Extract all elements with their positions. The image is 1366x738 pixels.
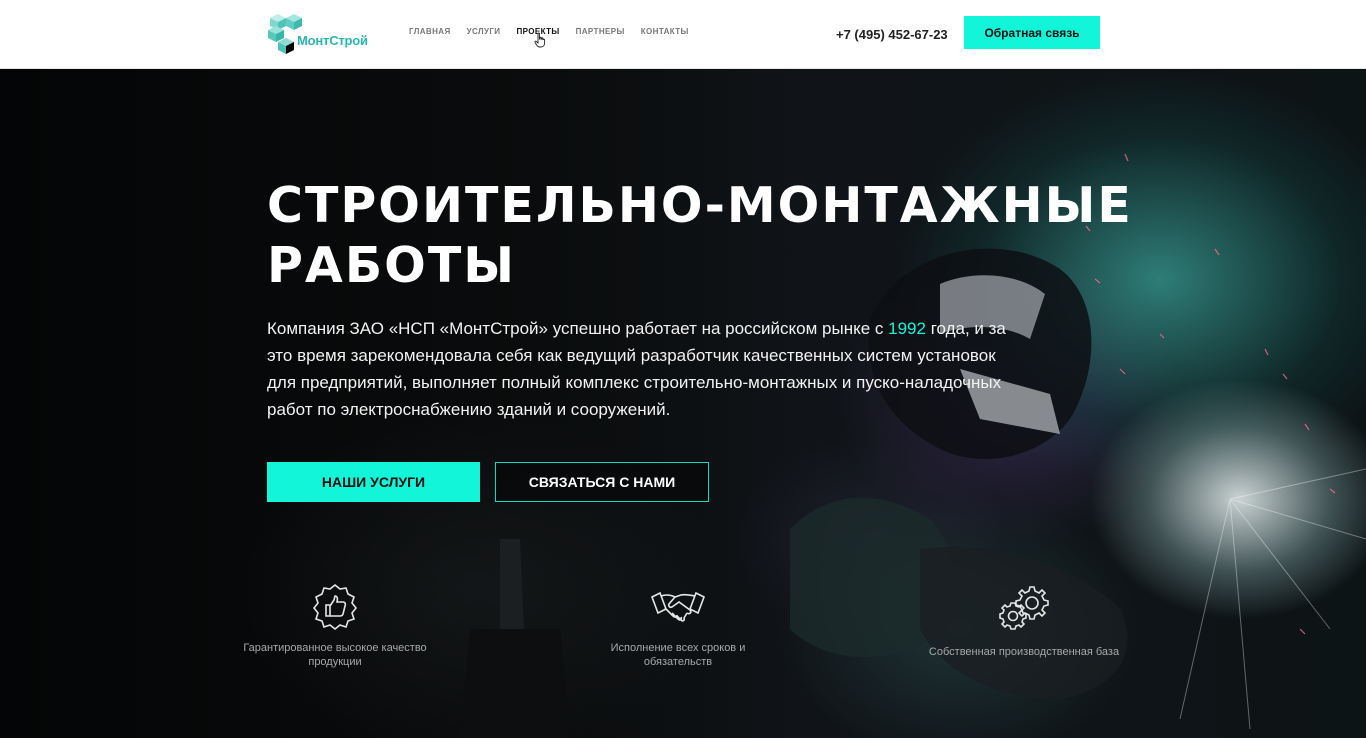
hero-year: 1992 (888, 319, 926, 338)
nav-item-services[interactable]: УСЛУГИ (467, 27, 501, 36)
our-services-button[interactable]: НАШИ УСЛУГИ (267, 462, 480, 502)
main-nav: ГЛАВНАЯ УСЛУГИ ПРОЕКТЫ ПАРТНЕРЫ КОНТАКТЫ (409, 27, 689, 36)
nav-item-home[interactable]: ГЛАВНАЯ (409, 27, 451, 36)
nav-item-contacts[interactable]: КОНТАКТЫ (641, 27, 689, 36)
feature-production-text: Собственная производственная база (928, 646, 1120, 658)
logo[interactable]: МонтСтрой (266, 12, 376, 56)
phone-number[interactable]: +7 (495) 452-67-23 (836, 27, 948, 42)
feature-quality-text: Гарантированное высокое качество продукц… (243, 642, 427, 668)
contact-us-button[interactable]: СВЯЗАТЬСЯ С НАМИ (495, 462, 709, 502)
callback-button[interactable]: Обратная связь (964, 16, 1100, 49)
hand-cursor-icon (534, 32, 546, 48)
hero-description: Компания ЗАО «НСП «МонтСтрой» успешно ра… (267, 315, 1027, 423)
gears-icon (999, 586, 1049, 630)
hero-section: СТРОИТЕЛЬНО-МОНТАЖНЫЕ РАБОТЫ Компания ЗА… (0, 69, 1366, 738)
feature-deadlines: Исполнение всех сроков и обязательств (578, 583, 778, 669)
handshake-icon (650, 591, 706, 622)
hero-title: СТРОИТЕЛЬНО-МОНТАЖНЫЕ РАБОТЫ (267, 176, 1167, 296)
site-header: МонтСтрой ГЛАВНАЯ УСЛУГИ ПРОЕКТЫ ПАРТНЕР… (0, 0, 1366, 69)
hero-title-line1: СТРОИТЕЛЬНО-МОНТАЖНЫЕ (267, 177, 1133, 234)
hero-text-part1: Компания ЗАО «НСП «МонтСтрой» успешно ра… (267, 319, 889, 338)
hero-title-line2: РАБОТЫ (267, 237, 517, 294)
thumbs-up-badge-icon (312, 583, 358, 631)
feature-quality: Гарантированное высокое качество продукц… (235, 583, 435, 669)
logo-text: МонтСтрой (297, 33, 368, 48)
feature-production: Собственная производственная база (924, 583, 1124, 659)
feature-deadlines-text: Исполнение всех сроков и обязательств (610, 642, 746, 668)
nav-item-partners[interactable]: ПАРТНЕРЫ (576, 27, 625, 36)
